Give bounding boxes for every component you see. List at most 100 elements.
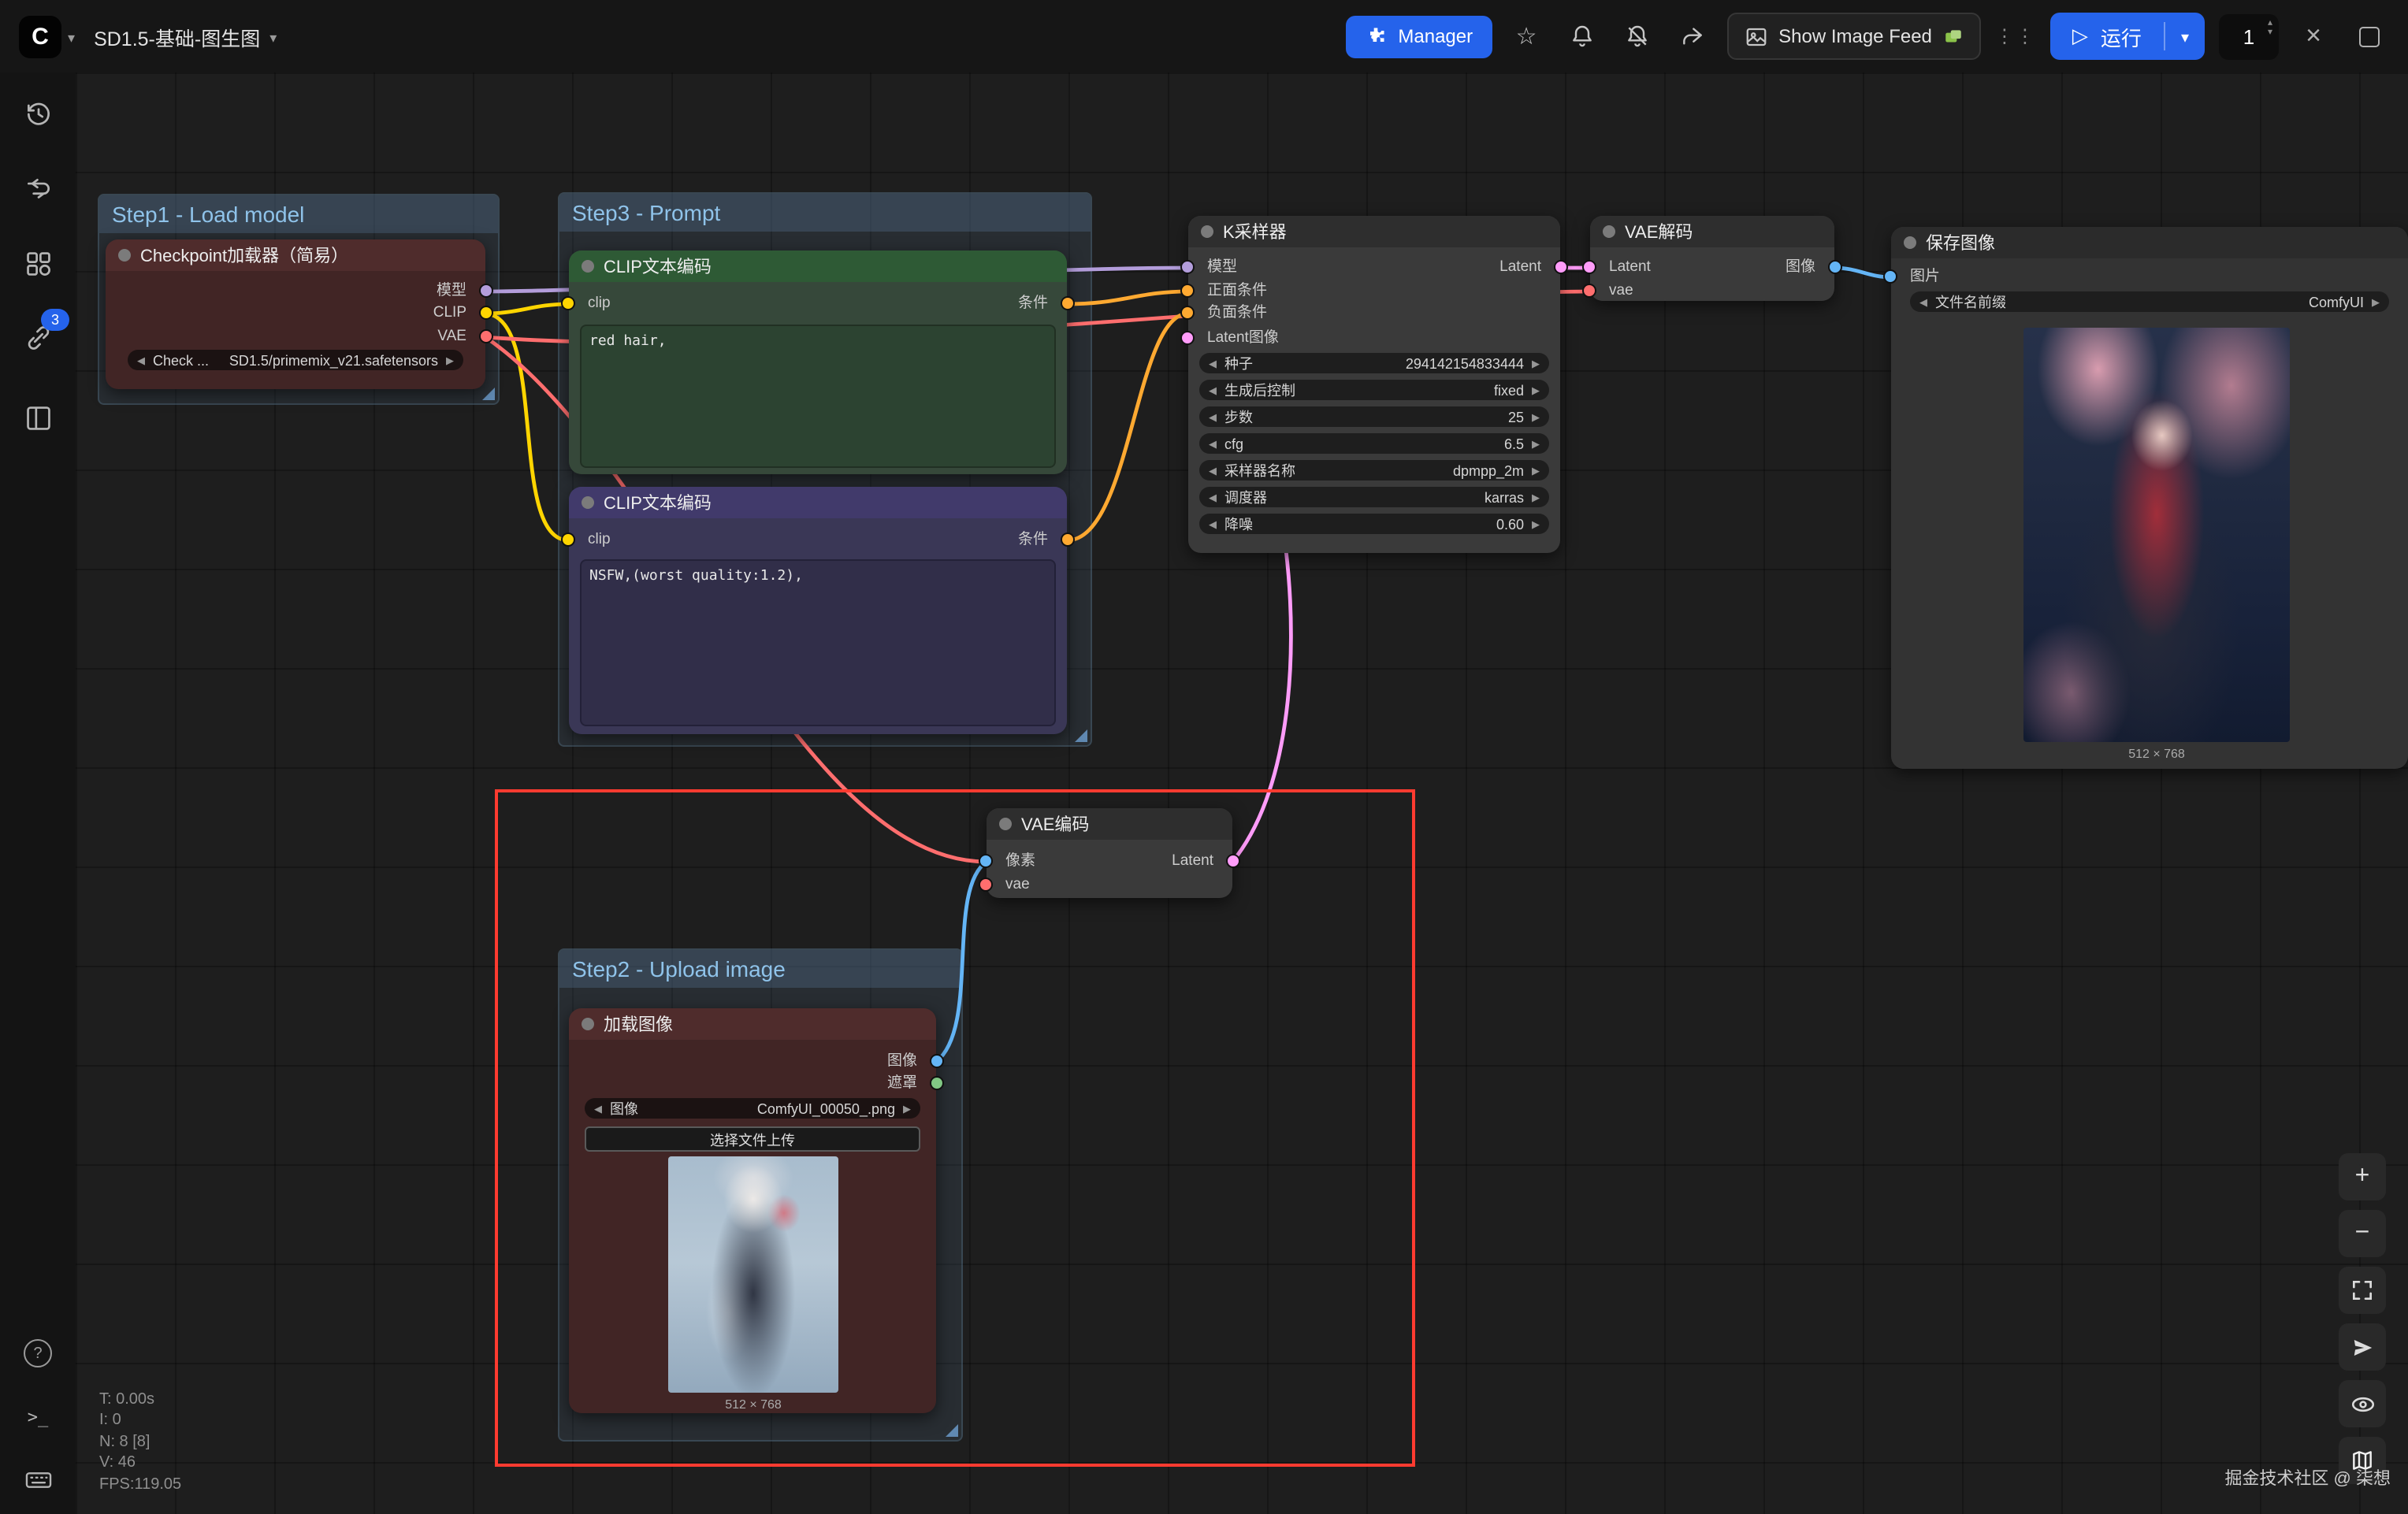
comfyui-logo[interactable]: C [19, 15, 61, 58]
fit-view-button[interactable] [2339, 1267, 2386, 1314]
port-clip-output[interactable] [479, 306, 493, 320]
node-collapse-dot[interactable] [582, 1018, 594, 1030]
step-up-icon[interactable] [2268, 18, 2272, 28]
choose-file-upload-button[interactable]: 选择文件上传 [585, 1126, 920, 1152]
positive-prompt-textarea[interactable]: red hair, [580, 325, 1056, 468]
share-arrow-icon [1679, 24, 1704, 49]
node-checkpoint-loader[interactable]: Checkpoint加载器（简易） 模型 CLIP VAE Check ... … [106, 239, 485, 389]
node-header[interactable]: VAE编码 [987, 808, 1232, 840]
workflow-title-menu[interactable]: SD1.5-基础-图生图 [94, 21, 277, 51]
cfg-widget[interactable]: cfg 6.5 [1199, 433, 1549, 454]
port-mask-output[interactable] [930, 1076, 944, 1090]
node-header[interactable]: K采样器 [1188, 216, 1560, 247]
port-model-input[interactable] [1180, 260, 1195, 274]
node-collapse-dot[interactable] [1904, 236, 1916, 249]
node-clip-encode-positive[interactable]: CLIP文本编码 clip 条件 red hair, [569, 250, 1067, 474]
port-conditioning-output[interactable] [1061, 532, 1075, 547]
port-vae-output[interactable] [479, 329, 493, 343]
node-header[interactable]: CLIP文本编码 [569, 250, 1067, 282]
node-header[interactable]: 保存图像 [1891, 227, 2408, 258]
maximize-button[interactable] [2348, 16, 2389, 57]
step-down-icon[interactable] [2268, 28, 2272, 37]
port-clip-input[interactable] [561, 296, 575, 310]
sidebar-queue-history-button[interactable] [16, 91, 60, 135]
port-image-output[interactable] [930, 1054, 944, 1068]
filename-prefix-widget[interactable]: 文件名前缀 ComfyUI [1910, 291, 2389, 312]
notifications-button[interactable] [1561, 16, 1602, 57]
scheduler-widget[interactable]: 调度器 karras [1199, 487, 1549, 507]
denoise-widget[interactable]: 降噪 0.60 [1199, 514, 1549, 534]
port-latent-output[interactable] [1554, 260, 1568, 274]
port-vae-input[interactable] [1582, 284, 1596, 298]
port-positive-input[interactable] [1180, 284, 1195, 298]
port-latent-output[interactable] [1226, 854, 1240, 868]
port-image-input[interactable] [1883, 269, 1897, 284]
port-image-output[interactable] [1828, 260, 1842, 274]
sidebar-templates-button[interactable] [16, 395, 60, 440]
group-step1-titlebar[interactable]: Step1 - Load model [99, 195, 498, 233]
sidebar-model-library-button[interactable]: 3 [16, 315, 60, 359]
port-pixels-input[interactable] [979, 854, 993, 868]
manager-button[interactable]: Manager [1346, 15, 1492, 58]
sampler-name-widget[interactable]: 采样器名称 dpmpp_2m [1199, 460, 1549, 481]
node-vae-decode[interactable]: VAE解码 Latent vae 图像 [1590, 216, 1834, 301]
node-save-image[interactable]: 保存图像 图片 文件名前缀 ComfyUI 512 × 768 [1891, 227, 2408, 769]
port-latent-input[interactable] [1582, 260, 1596, 274]
drag-handle[interactable] [1995, 16, 2036, 57]
seed-widget[interactable]: 种子 294142154833444 [1199, 353, 1549, 373]
generated-image-preview [2023, 328, 2290, 742]
port-model-output[interactable] [479, 284, 493, 298]
image-filename-widget[interactable]: 图像 ComfyUI_00050_.png [585, 1098, 920, 1119]
negative-prompt-textarea[interactable]: NSFW,(worst quality:1.2), [580, 559, 1056, 726]
node-header[interactable]: CLIP文本编码 [569, 487, 1067, 518]
node-ksampler[interactable]: K采样器 模型 正面条件 负面条件 Latent图像 Latent 种子 294… [1188, 216, 1560, 553]
show-image-feed-button[interactable]: Show Image Feed [1726, 13, 1981, 60]
run-button[interactable]: 运行 [2050, 13, 2205, 60]
share-button[interactable] [1671, 16, 1712, 57]
manager-label: Manager [1398, 25, 1473, 47]
node-header[interactable]: Checkpoint加载器（简易） [106, 239, 485, 271]
ckpt-name-widget[interactable]: Check ... SD1.5/primemix_v21.safetensors [128, 350, 463, 370]
notifications-mute-button[interactable] [1616, 16, 1657, 57]
sidebar-node-library-button[interactable] [16, 241, 60, 285]
sidebar-shortcuts-button[interactable] [16, 1457, 60, 1501]
favorite-button[interactable] [1506, 16, 1547, 57]
node-header[interactable]: 加载图像 [569, 1008, 936, 1040]
stat-fps: FPS:119.05 [99, 1474, 181, 1495]
steps-widget[interactable]: 步数 25 [1199, 406, 1549, 427]
node-collapse-dot[interactable] [582, 496, 594, 509]
port-latent-input[interactable] [1180, 331, 1195, 345]
run-options-button[interactable] [2165, 13, 2205, 60]
select-mode-button[interactable] [2339, 1323, 2386, 1371]
zoom-in-button[interactable] [2339, 1153, 2386, 1200]
port-negative-input[interactable] [1180, 306, 1195, 320]
node-load-image[interactable]: 加载图像 图像 遮罩 图像 ComfyUI_00050_.png 选择文件上传 … [569, 1008, 936, 1413]
stepper-arrows[interactable] [2268, 18, 2272, 37]
node-clip-encode-negative[interactable]: CLIP文本编码 clip 条件 NSFW,(worst quality:1.2… [569, 487, 1067, 734]
toggle-visibility-button[interactable] [2339, 1380, 2386, 1427]
sidebar-workflows-button[interactable] [16, 167, 60, 211]
widget-label: 步数 [1224, 406, 1253, 427]
node-vae-encode[interactable]: VAE编码 像素 vae Latent [987, 808, 1232, 898]
group-step3-titlebar[interactable]: Step3 - Prompt [559, 194, 1091, 232]
output-label-vae: VAE [437, 328, 466, 347]
sidebar-terminal-button[interactable] [16, 1394, 60, 1438]
interrupt-button[interactable] [2293, 16, 2334, 57]
batch-count-input[interactable]: 1 [2219, 13, 2279, 59]
port-conditioning-output[interactable] [1061, 296, 1075, 310]
batch-count-value: 1 [2243, 24, 2254, 48]
chevron-down-icon[interactable] [68, 22, 75, 50]
group-title: Step1 - Load model [112, 202, 304, 227]
node-collapse-dot[interactable] [1603, 225, 1615, 238]
node-collapse-dot[interactable] [1201, 225, 1213, 238]
node-header[interactable]: VAE解码 [1590, 216, 1834, 247]
node-collapse-dot[interactable] [999, 818, 1012, 830]
port-vae-input[interactable] [979, 878, 993, 892]
sidebar-help-button[interactable] [16, 1331, 60, 1375]
run-main[interactable]: 运行 [2050, 13, 2164, 60]
node-collapse-dot[interactable] [582, 260, 594, 273]
port-clip-input[interactable] [561, 532, 575, 547]
zoom-out-button[interactable] [2339, 1210, 2386, 1257]
control-after-generate-widget[interactable]: 生成后控制 fixed [1199, 380, 1549, 400]
node-collapse-dot[interactable] [118, 249, 131, 262]
